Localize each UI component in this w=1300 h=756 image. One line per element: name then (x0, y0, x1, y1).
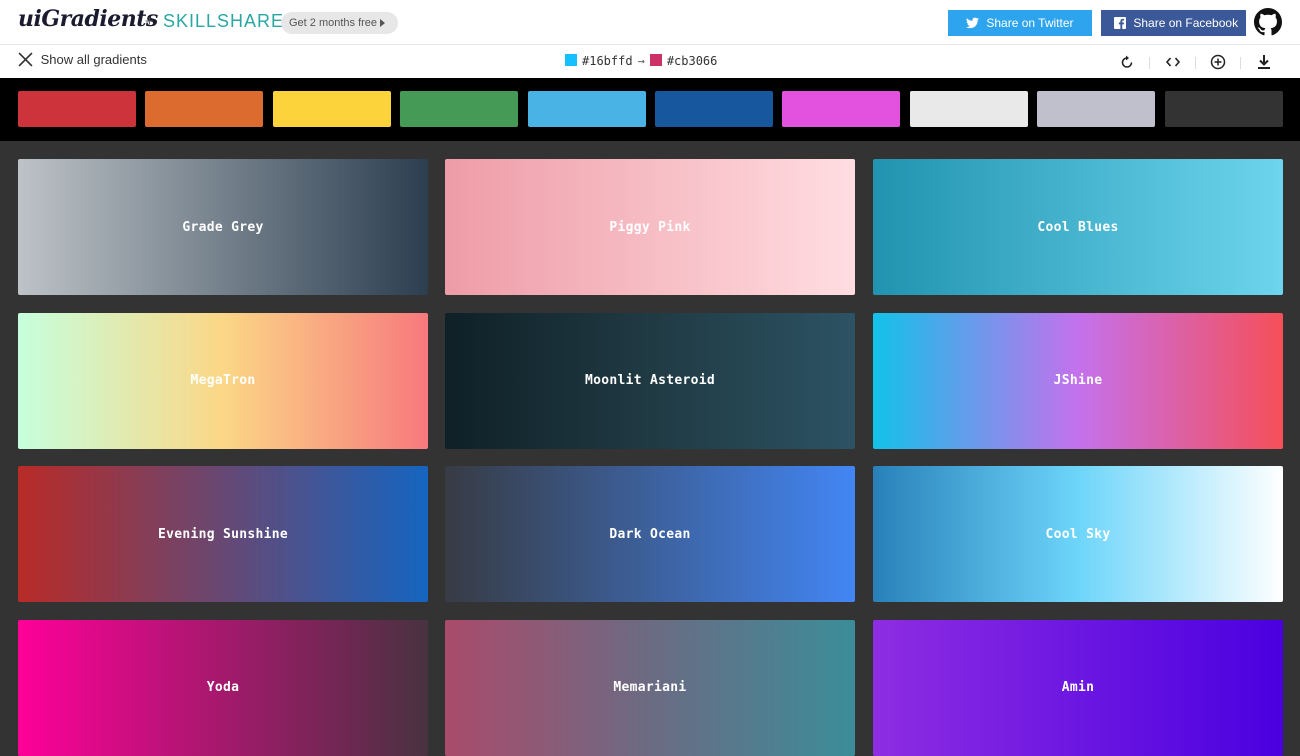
skillshare-link[interactable]: SKILLSHARE (163, 11, 284, 32)
gradient-card[interactable]: MegaTron (18, 312, 428, 449)
color-filter-green[interactable] (400, 91, 519, 127)
separator (1240, 57, 1241, 69)
gradient-card[interactable]: Cool Sky (873, 466, 1283, 602)
code-icon[interactable] (1164, 53, 1182, 71)
gradient-card[interactable]: Memariani (445, 619, 855, 756)
share-facebook-button[interactable]: Share on Facebook (1101, 10, 1246, 36)
from-color-swatch (565, 54, 577, 66)
gradient-card[interactable]: JShine (873, 312, 1283, 449)
gradient-name: Moonlit Asteroid (584, 373, 716, 388)
top-bar: uiGradients + SKILLSHARE Get 2 months fr… (0, 0, 1300, 45)
from-hex[interactable]: #16bffd (582, 54, 633, 68)
gradient-card[interactable]: Yoda (18, 619, 428, 756)
color-filter-grey[interactable] (1037, 91, 1156, 127)
show-all-gradients-button[interactable]: Show all gradients (18, 52, 147, 72)
download-icon[interactable] (1255, 53, 1273, 71)
color-filter-black[interactable] (1164, 91, 1283, 127)
gradient-card[interactable]: Moonlit Asteroid (445, 312, 855, 449)
color-filter-blue[interactable] (655, 91, 773, 127)
color-filter-magenta[interactable] (782, 91, 901, 127)
gradient-name: Dark Ocean (609, 526, 691, 542)
github-icon[interactable] (1254, 8, 1282, 36)
color-filter-red[interactable] (18, 91, 136, 127)
gradient-name: Evening Sunshine (157, 526, 289, 542)
gradient-card[interactable]: Evening Sunshine (18, 466, 428, 602)
facebook-icon (1114, 17, 1126, 29)
color-filter-white[interactable] (909, 91, 1028, 127)
share-twitter-button[interactable]: Share on Twitter (948, 10, 1092, 36)
current-gradient-hex: #16bffd → #cb3066 (565, 53, 717, 69)
gradient-card[interactable]: Piggy Pink (445, 159, 855, 295)
gradient-card[interactable]: Dark Ocean (445, 466, 855, 602)
color-filter-cyan[interactable] (527, 91, 646, 127)
gradient-name: Amin (1061, 680, 1095, 695)
color-filter-orange[interactable] (145, 91, 264, 127)
share-twitter-label: Share on Twitter (986, 16, 1074, 30)
gradient-name: Grade Grey (182, 219, 264, 235)
show-all-label: Show all gradients (40, 52, 147, 67)
separator (1195, 57, 1196, 69)
close-icon (18, 52, 33, 67)
color-filter-yellow[interactable] (272, 91, 391, 127)
to-color-swatch (649, 54, 662, 66)
gradient-name: Memariani (613, 680, 687, 695)
gradient-grid: Grade Grey Piggy Pink Cool Blues MegaTron Mo… (0, 141, 1300, 756)
gradient-card[interactable]: Cool Blues (873, 159, 1283, 295)
arrow-icon: → (637, 54, 645, 68)
separator (1149, 57, 1150, 69)
to-hex[interactable]: #cb3066 (667, 54, 718, 68)
promo-button[interactable]: Get 2 months free (281, 12, 398, 34)
promo-label: Get 2 months free (289, 17, 378, 29)
gradient-name: Yoda (206, 680, 240, 695)
gradient-name: MegaTron (190, 373, 256, 388)
gradient-name: Cool Blues (1037, 219, 1119, 235)
rotate-icon[interactable] (1118, 53, 1136, 71)
gradient-name: JShine (1053, 373, 1103, 388)
gradient-card[interactable]: Grade Grey (18, 159, 428, 295)
color-filter-bar (0, 78, 1300, 141)
share-facebook-label: Share on Facebook (1133, 16, 1239, 30)
logo[interactable]: uiGradients (18, 6, 158, 32)
gradient-name: Cool Sky (1045, 526, 1111, 542)
add-icon[interactable] (1209, 53, 1227, 71)
toolbar: Show all gradients #16bffd → #cb3066 (0, 45, 1300, 78)
gradient-card[interactable]: Amin (873, 619, 1283, 756)
gradient-name: Piggy Pink (609, 219, 691, 235)
plus-sign: + (145, 13, 154, 30)
twitter-icon (966, 17, 979, 29)
play-icon (380, 19, 386, 28)
